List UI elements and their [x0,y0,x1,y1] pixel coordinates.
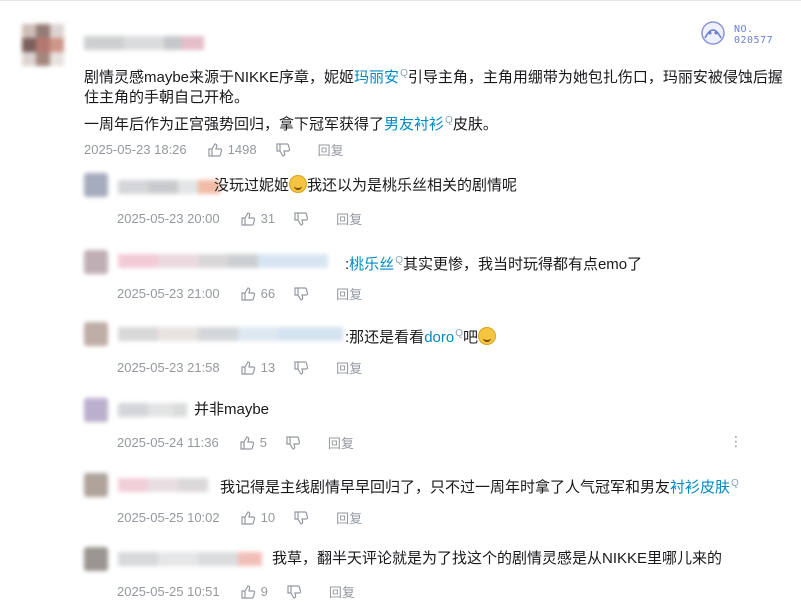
username[interactable] [118,478,208,492]
reply-button[interactable]: 回复 [328,433,354,452]
search-icon: Q [395,255,403,266]
like-count: 1498 [227,142,257,157]
dislike-icon[interactable] [275,142,291,158]
search-icon: Q [400,68,408,79]
reply-text: 没玩过妮姬 我还以为是桃乐丝相关的剧情呢 [214,175,518,194]
comment-text-line2: 住主角的手朝自己开枪。 [84,89,250,106]
dislike-icon[interactable] [293,211,309,227]
timestamp: 2025-05-25 10:51 [117,584,220,599]
like-icon[interactable] [240,584,256,600]
reply-meta: 2025-05-25 10:51 9 回复 [117,582,355,601]
dislike-icon[interactable] [285,435,301,451]
laugh-emoji-icon [289,175,308,193]
fan-badge-number: NO. 020577 [734,24,774,46]
reply-meta: 2025-05-23 21:58 13 回复 [117,358,362,377]
like-count: 31 [260,211,276,226]
comment-text: 剧情灵感maybe来源于NIKKE序章，妮姬玛丽安Q引导主角，主角用绷带为她包扎… [84,68,783,86]
username[interactable] [84,36,204,50]
reply-button[interactable]: 回复 [336,358,362,377]
reply-meta: 2025-05-24 11:36 5 回复 [117,433,354,452]
reply-text: 我记得是主线剧情早早回归了，只不过一周年时拿了人气冠军和男友衬衫皮肤Q [220,478,739,496]
username[interactable] [118,403,187,417]
dislike-icon[interactable] [286,584,302,600]
timestamp: 2025-05-23 18:26 [84,142,187,157]
more-options-icon[interactable]: ⋮ [729,433,743,450]
reply-button[interactable]: 回复 [336,209,362,228]
reply-meta: 2025-05-23 20:00 31 回复 [117,209,362,228]
like-count: 66 [260,286,276,301]
timestamp: 2025-05-23 20:00 [117,211,220,226]
reply-button[interactable]: 回复 [329,582,355,601]
timestamp: 2025-05-23 21:58 [117,360,220,375]
laugh-emoji-icon [478,327,497,345]
topic-link[interactable]: 衬衫皮肤 [670,479,730,496]
avatar[interactable] [84,473,108,497]
like-icon[interactable] [207,142,223,158]
like-icon[interactable] [240,510,256,526]
avatar[interactable] [84,547,108,571]
avatar[interactable] [84,322,108,346]
reply-button[interactable]: 回复 [336,284,362,303]
reply-text: 并非maybe [194,401,270,418]
avatar[interactable] [22,24,64,66]
like-count: 13 [260,360,276,375]
reply-button[interactable]: 回复 [336,508,362,527]
reply-text: 我草，翻半天评论就是为了找这个的剧情灵感是从NIKKE里哪儿来的 [272,550,723,567]
timestamp: 2025-05-25 10:02 [117,510,220,525]
username[interactable] [118,552,262,566]
dislike-icon[interactable] [293,510,309,526]
like-icon[interactable] [240,211,256,227]
like-icon[interactable] [240,360,256,376]
topic-link[interactable]: 桃乐丝 [349,256,394,273]
topic-link[interactable]: 玛丽安 [354,69,399,86]
username[interactable] [118,327,343,341]
like-icon[interactable] [239,435,255,451]
like-icon[interactable] [240,286,256,302]
comment-meta: 2025-05-23 18:26 1498 回复 [84,140,344,159]
like-count: 10 [260,510,276,525]
like-count: 9 [260,584,268,599]
avatar[interactable] [84,398,108,422]
dislike-icon[interactable] [293,286,309,302]
reply-text: :那还是看看doroQ吧 [345,323,497,349]
dislike-icon[interactable] [293,360,309,376]
search-icon: Q [445,115,453,126]
reply-button[interactable]: 回复 [318,140,344,159]
avatar[interactable] [84,173,108,197]
timestamp: 2025-05-24 11:36 [117,435,219,450]
search-icon: Q [455,328,463,339]
search-icon: Q [731,478,739,489]
like-count: 5 [259,435,267,450]
comment-text-line3: 一周年后作为正宫强势回归，拿下冠军获得了男友衬衫Q皮肤。 [84,115,498,133]
topic-link[interactable]: 男友衬衫 [384,116,444,133]
timestamp: 2025-05-23 21:00 [117,286,220,301]
username[interactable] [118,254,328,268]
reply-text: :桃乐丝Q其实更惨，我当时玩得都有点emo了 [345,255,643,273]
top-divider [0,0,801,1]
reply-meta: 2025-05-23 21:00 66 回复 [117,284,362,303]
reply-meta: 2025-05-25 10:02 10 回复 [117,508,362,527]
username[interactable] [118,180,220,194]
topic-link[interactable]: doro [424,329,454,346]
avatar[interactable] [84,250,108,274]
